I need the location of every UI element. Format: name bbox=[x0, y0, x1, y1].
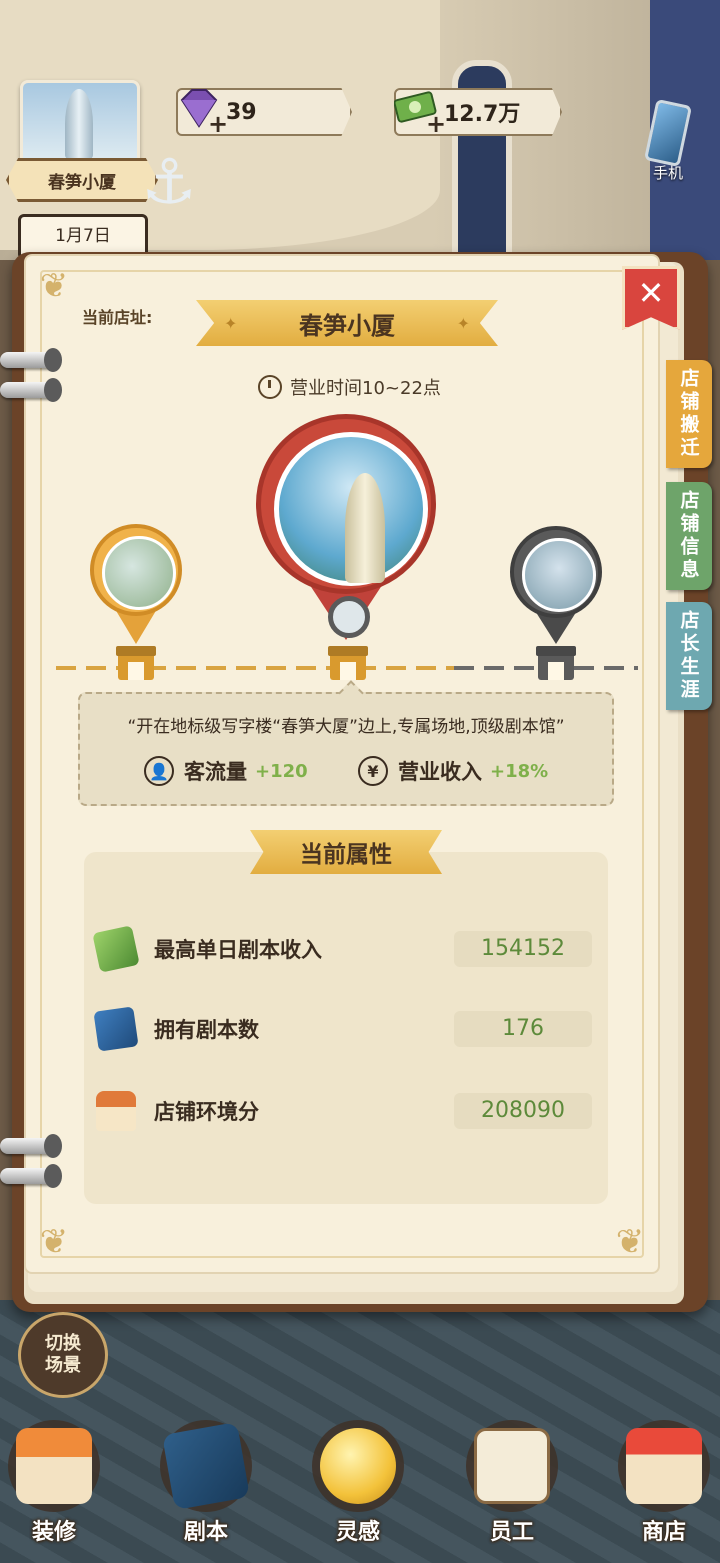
store-house-icon bbox=[16, 1428, 92, 1504]
shop-marker-icon bbox=[538, 650, 574, 680]
attributes-title: 当前属性 bbox=[250, 830, 442, 874]
attribute-row: 店铺环境分 208090 bbox=[96, 1086, 596, 1136]
phone-icon bbox=[643, 98, 693, 168]
nav-shop-button[interactable]: 商店 bbox=[604, 1420, 720, 1550]
add-cash-icon[interactable]: + bbox=[426, 110, 446, 136]
gems-value: 39 bbox=[226, 99, 257, 125]
diamond-icon: ✦ bbox=[224, 314, 238, 333]
attribute-row: 拥有剧本数 176 bbox=[93, 1004, 596, 1054]
nav-decorate-button[interactable]: 装修 bbox=[0, 1420, 114, 1550]
location-pin-previous[interactable] bbox=[90, 524, 182, 644]
nav-script-button[interactable]: 剧本 bbox=[146, 1420, 266, 1550]
yen-icon: ¥ bbox=[358, 756, 388, 786]
nav-label: 装修 bbox=[31, 1520, 76, 1545]
gems-counter[interactable]: + 39 bbox=[176, 88, 352, 136]
customer-flow-label: 客流量 bbox=[184, 760, 247, 784]
nav-label: 灵感 bbox=[335, 1520, 380, 1545]
attribute-value: 208090 bbox=[454, 1093, 592, 1129]
magnifier-icon bbox=[328, 596, 370, 638]
add-gems-icon[interactable]: + bbox=[208, 110, 228, 136]
income-value: +18% bbox=[490, 760, 549, 782]
cash-counter[interactable]: + 12.7万 bbox=[394, 88, 562, 136]
diamond-icon: ✦ bbox=[456, 314, 470, 333]
id-card-icon bbox=[474, 1428, 550, 1504]
location-image bbox=[522, 538, 596, 612]
customer-flow-bonus: 👤 客流量 +120 bbox=[144, 756, 308, 786]
location-pin-locked[interactable] bbox=[510, 526, 602, 644]
cash-value: 12.7万 bbox=[444, 102, 521, 127]
attribute-value: 176 bbox=[454, 1011, 592, 1047]
binder-ring bbox=[0, 348, 62, 372]
income-label: 营业收入 bbox=[398, 760, 482, 784]
lightbulb-icon bbox=[320, 1428, 396, 1504]
tab-manager-career[interactable]: 店长生涯 bbox=[666, 602, 712, 710]
switch-scene-label-line2: 场景 bbox=[45, 1355, 81, 1376]
phone-button[interactable]: 手机 bbox=[628, 92, 708, 192]
phone-label: 手机 bbox=[652, 164, 683, 182]
location-description: “开在地标级写字楼“春笋大厦”边上,专属场地,顶级剧本馆” bbox=[127, 717, 565, 737]
binder-ring bbox=[0, 1164, 62, 1188]
attribute-label: 店铺环境分 bbox=[154, 1100, 259, 1124]
location-image bbox=[274, 432, 428, 586]
business-hours-text: 营业时间10~22点 bbox=[290, 378, 441, 399]
shop-title-ribbon: ✦ 春笋小厦 ✦ bbox=[196, 300, 498, 346]
tab-store-relocation[interactable]: 店铺搬迁 bbox=[666, 360, 712, 468]
progress-track-unlocked bbox=[56, 666, 454, 670]
current-address-label: 当前店址: bbox=[82, 308, 153, 327]
anchor-icon[interactable]: ⚓ bbox=[134, 142, 204, 222]
attribute-label: 最高单日剧本收入 bbox=[154, 938, 322, 962]
switch-scene-label-line1: 切换 bbox=[45, 1333, 81, 1354]
shop-thumbnail[interactable] bbox=[20, 80, 140, 166]
script-book-icon bbox=[161, 1421, 251, 1511]
attribute-label: 拥有剧本数 bbox=[154, 1018, 259, 1042]
tab-store-info[interactable]: 店铺信息 bbox=[666, 482, 712, 590]
tower-image bbox=[65, 89, 93, 159]
nav-inspiration-button[interactable]: 灵感 bbox=[298, 1420, 418, 1550]
visitors-icon: 👤 bbox=[144, 756, 174, 786]
income-bonus: ¥ 营业收入 +18% bbox=[358, 756, 548, 786]
business-hours: 营业时间10~22点 bbox=[258, 374, 441, 400]
tower-image bbox=[345, 473, 385, 583]
clock-icon bbox=[258, 375, 282, 399]
nav-label: 员工 bbox=[489, 1520, 534, 1545]
location-pin-current[interactable] bbox=[256, 414, 436, 640]
shop-icon bbox=[626, 1428, 702, 1504]
corner-ornament-icon: ❦ bbox=[615, 1222, 645, 1262]
attribute-row: 最高单日剧本收入 154152 bbox=[92, 924, 596, 974]
nav-label: 剧本 bbox=[183, 1520, 228, 1545]
corner-ornament-icon: ❦ bbox=[39, 1222, 69, 1262]
switch-scene-button[interactable]: 切换 场景 bbox=[18, 1312, 108, 1398]
location-image bbox=[102, 536, 176, 610]
attribute-value: 154152 bbox=[454, 931, 592, 967]
nav-staff-button[interactable]: 员工 bbox=[452, 1420, 572, 1550]
location-description-box: “开在地标级写字楼“春笋大厦”边上,专属场地,顶级剧本馆” 👤 客流量 +120… bbox=[78, 680, 614, 806]
corner-ornament-icon: ❦ bbox=[39, 266, 69, 306]
nav-label: 商店 bbox=[641, 1520, 686, 1545]
binder-ring bbox=[0, 378, 62, 402]
house-icon bbox=[96, 1091, 136, 1131]
shop-title: 春笋小厦 bbox=[299, 311, 395, 340]
money-icon bbox=[92, 925, 140, 973]
binder-ring bbox=[0, 1134, 62, 1158]
script-book-icon bbox=[93, 1006, 139, 1052]
shop-marker-icon bbox=[330, 650, 366, 680]
shop-marker-icon bbox=[118, 650, 154, 680]
customer-flow-value: +120 bbox=[255, 760, 308, 782]
